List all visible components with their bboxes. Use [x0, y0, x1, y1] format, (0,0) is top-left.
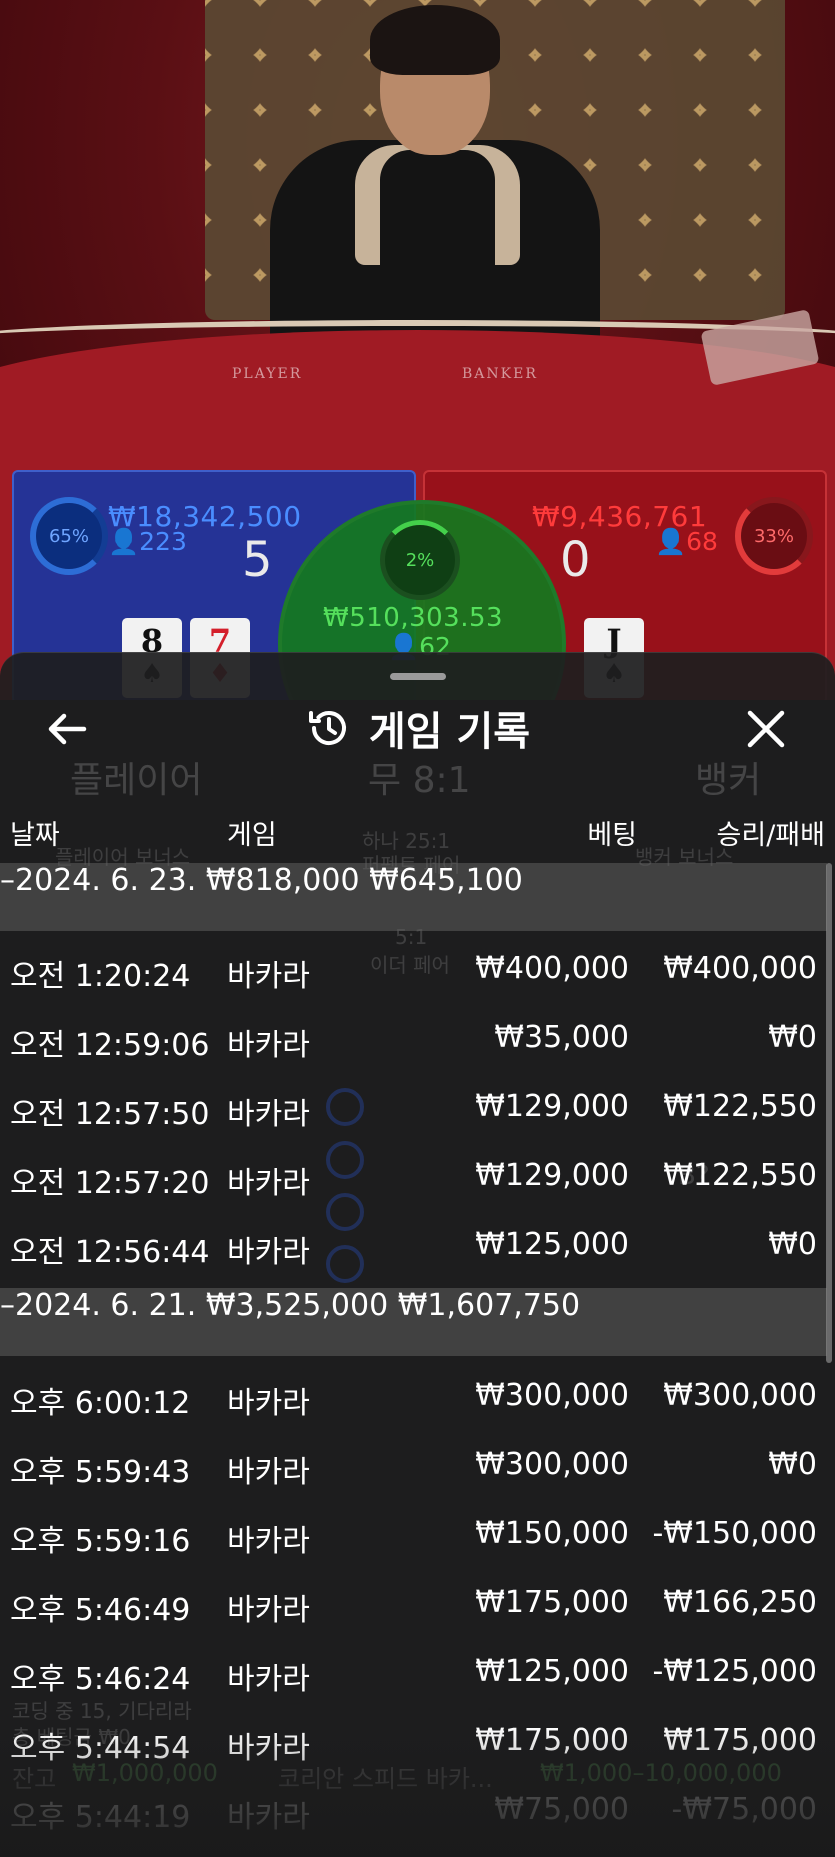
- row-bet: ₩35,000: [494, 1020, 629, 1055]
- column-date: 날짜: [10, 820, 60, 851]
- row-bet: ₩129,000: [475, 1089, 629, 1124]
- row-game: 바카라: [227, 1593, 310, 1628]
- row-time: 오전 12:57:20: [10, 1166, 210, 1201]
- player-bettor-count: 👤223: [108, 527, 187, 557]
- felt-player-text: PLAYER: [232, 366, 303, 382]
- table-row[interactable]: 오후 5:44:19 바카라 ₩75,000 -₩75,000: [0, 1772, 827, 1841]
- table-row[interactable]: 오후 5:59:16 바카라 ₩150,000 -₩150,000: [0, 1496, 827, 1565]
- close-icon: [747, 710, 785, 748]
- row-game: 바카라: [227, 1386, 310, 1421]
- column-game: 게임: [227, 820, 277, 851]
- player-score: 5: [242, 532, 273, 588]
- row-bet: ₩300,000: [475, 1447, 629, 1482]
- history-icon: [308, 711, 346, 745]
- table-header: 날짜 게임 베팅 승리/패배: [0, 803, 835, 855]
- row-result: ₩175,000: [663, 1723, 817, 1758]
- drag-handle[interactable]: [390, 673, 446, 680]
- dealer-hair: [370, 5, 500, 75]
- row-game: 바카라: [227, 1662, 310, 1697]
- banker-count-value: 68: [686, 527, 718, 556]
- row-time: 오후 5:59:16: [10, 1524, 191, 1559]
- row-result: -₩150,000: [652, 1516, 817, 1551]
- row-time: 오전 12:56:44: [10, 1235, 210, 1270]
- row-result: -₩75,000: [671, 1792, 817, 1827]
- table-row[interactable]: 오후 5:59:43 바카라 ₩300,000 ₩0: [0, 1427, 827, 1496]
- sheet-header: 게임 기록: [0, 693, 835, 768]
- row-result: ₩300,000: [663, 1378, 817, 1413]
- group-date: –2024. 6. 23.: [0, 863, 197, 898]
- row-game: 바카라: [227, 1524, 310, 1559]
- row-result: ₩0: [768, 1020, 817, 1055]
- group-date: –2024. 6. 21.: [0, 1288, 197, 1323]
- row-time: 오전 12:59:06: [10, 1028, 210, 1063]
- row-bet: ₩150,000: [475, 1516, 629, 1551]
- row-time: 오후 5:46:24: [10, 1662, 191, 1697]
- row-bet: ₩129,000: [475, 1158, 629, 1193]
- column-result: 승리/패배: [716, 820, 825, 851]
- table-row[interactable]: 오전 12:59:06 바카라 ₩35,000 ₩0: [0, 1000, 827, 1069]
- row-bet: ₩175,000: [475, 1585, 629, 1620]
- table-row[interactable]: 오전 12:56:44 바카라 ₩125,000 ₩0: [0, 1207, 827, 1276]
- row-bet: ₩75,000: [494, 1792, 629, 1827]
- table-row[interactable]: 오후 5:46:24 바카라 ₩125,000 -₩125,000: [0, 1634, 827, 1703]
- live-video: PLAYER BANKER 65% ₩18,342,500 👤223 5 8♠ …: [0, 0, 835, 700]
- row-time: 오후 5:44:19: [10, 1800, 191, 1835]
- row-result: ₩400,000: [663, 951, 817, 986]
- player-percent-ring: 65%: [30, 497, 108, 575]
- group-bet-total: ₩3,525,000: [205, 1288, 389, 1323]
- banker-percent-ring: 33%: [735, 497, 813, 575]
- group-result-total: ₩1,607,750: [397, 1288, 581, 1323]
- row-game: 바카라: [227, 1028, 310, 1063]
- row-time: 오전 12:57:50: [10, 1097, 210, 1132]
- row-bet: ₩400,000: [475, 951, 629, 986]
- group-result-total: ₩645,100: [369, 863, 523, 898]
- player-count-value: 223: [139, 527, 187, 556]
- table-row[interactable]: 오후 5:46:49 바카라 ₩175,000 ₩166,250: [0, 1565, 827, 1634]
- row-bet: ₩175,000: [475, 1723, 629, 1758]
- tie-percent-ring: 2%: [380, 520, 460, 600]
- table-row[interactable]: 오전 12:57:20 바카라 ₩129,000 ₩122,550: [0, 1138, 827, 1207]
- game-history-sheet: 플레이어 무 8:1 뱅커 플레이어 보너스 하나 25:1 퍼펙트 페어 뱅커…: [0, 652, 835, 1857]
- row-game: 바카라: [227, 1097, 310, 1132]
- row-result: -₩125,000: [652, 1654, 817, 1689]
- banker-score: 0: [560, 532, 591, 588]
- row-game: 바카라: [227, 1800, 310, 1835]
- row-time: 오후 5:44:54: [10, 1731, 191, 1766]
- page-title: 게임 기록: [368, 709, 531, 755]
- row-result: ₩0: [768, 1447, 817, 1482]
- table-row[interactable]: 오후 5:44:54 바카라 ₩175,000 ₩175,000: [0, 1703, 827, 1772]
- group-bet-total: ₩818,000: [205, 863, 360, 898]
- row-result: ₩122,550: [663, 1089, 817, 1124]
- row-time: 오전 1:20:24: [10, 959, 191, 994]
- banker-bettor-count: 👤68: [655, 527, 718, 557]
- column-bet: 베팅: [587, 820, 637, 851]
- row-time: 오후 5:46:49: [10, 1593, 191, 1628]
- row-bet: ₩125,000: [475, 1654, 629, 1689]
- person-icon: 👤: [108, 527, 140, 556]
- row-time: 오후 6:00:12: [10, 1386, 191, 1421]
- row-game: 바카라: [227, 1731, 310, 1766]
- scrollbar[interactable]: [826, 863, 832, 1363]
- person-icon: 👤: [655, 527, 687, 556]
- row-bet: ₩300,000: [475, 1378, 629, 1413]
- row-bet: ₩125,000: [475, 1227, 629, 1262]
- table-row[interactable]: 오전 1:20:24 바카라 ₩400,000 ₩400,000: [0, 931, 827, 1000]
- row-game: 바카라: [227, 1166, 310, 1201]
- tie-bet-total: ₩510,303.53: [323, 603, 504, 633]
- row-time: 오후 5:59:43: [10, 1455, 191, 1490]
- row-game: 바카라: [227, 959, 310, 994]
- close-button[interactable]: [738, 701, 794, 757]
- date-group-header[interactable]: –2024. 6. 23. ₩818,000 ₩645,100: [0, 863, 827, 931]
- row-result: ₩122,550: [663, 1158, 817, 1193]
- row-game: 바카라: [227, 1235, 310, 1270]
- date-group-header[interactable]: –2024. 6. 21. ₩3,525,000 ₩1,607,750: [0, 1288, 827, 1356]
- felt-banker-text: BANKER: [462, 366, 538, 382]
- table-row[interactable]: 오후 6:00:12 바카라 ₩300,000 ₩300,000: [0, 1358, 827, 1427]
- row-game: 바카라: [227, 1455, 310, 1490]
- row-result: ₩166,250: [663, 1585, 817, 1620]
- title-group: 게임 기록: [0, 699, 835, 757]
- row-result: ₩0: [768, 1227, 817, 1262]
- table-row[interactable]: 오전 12:57:50 바카라 ₩129,000 ₩122,550: [0, 1069, 827, 1138]
